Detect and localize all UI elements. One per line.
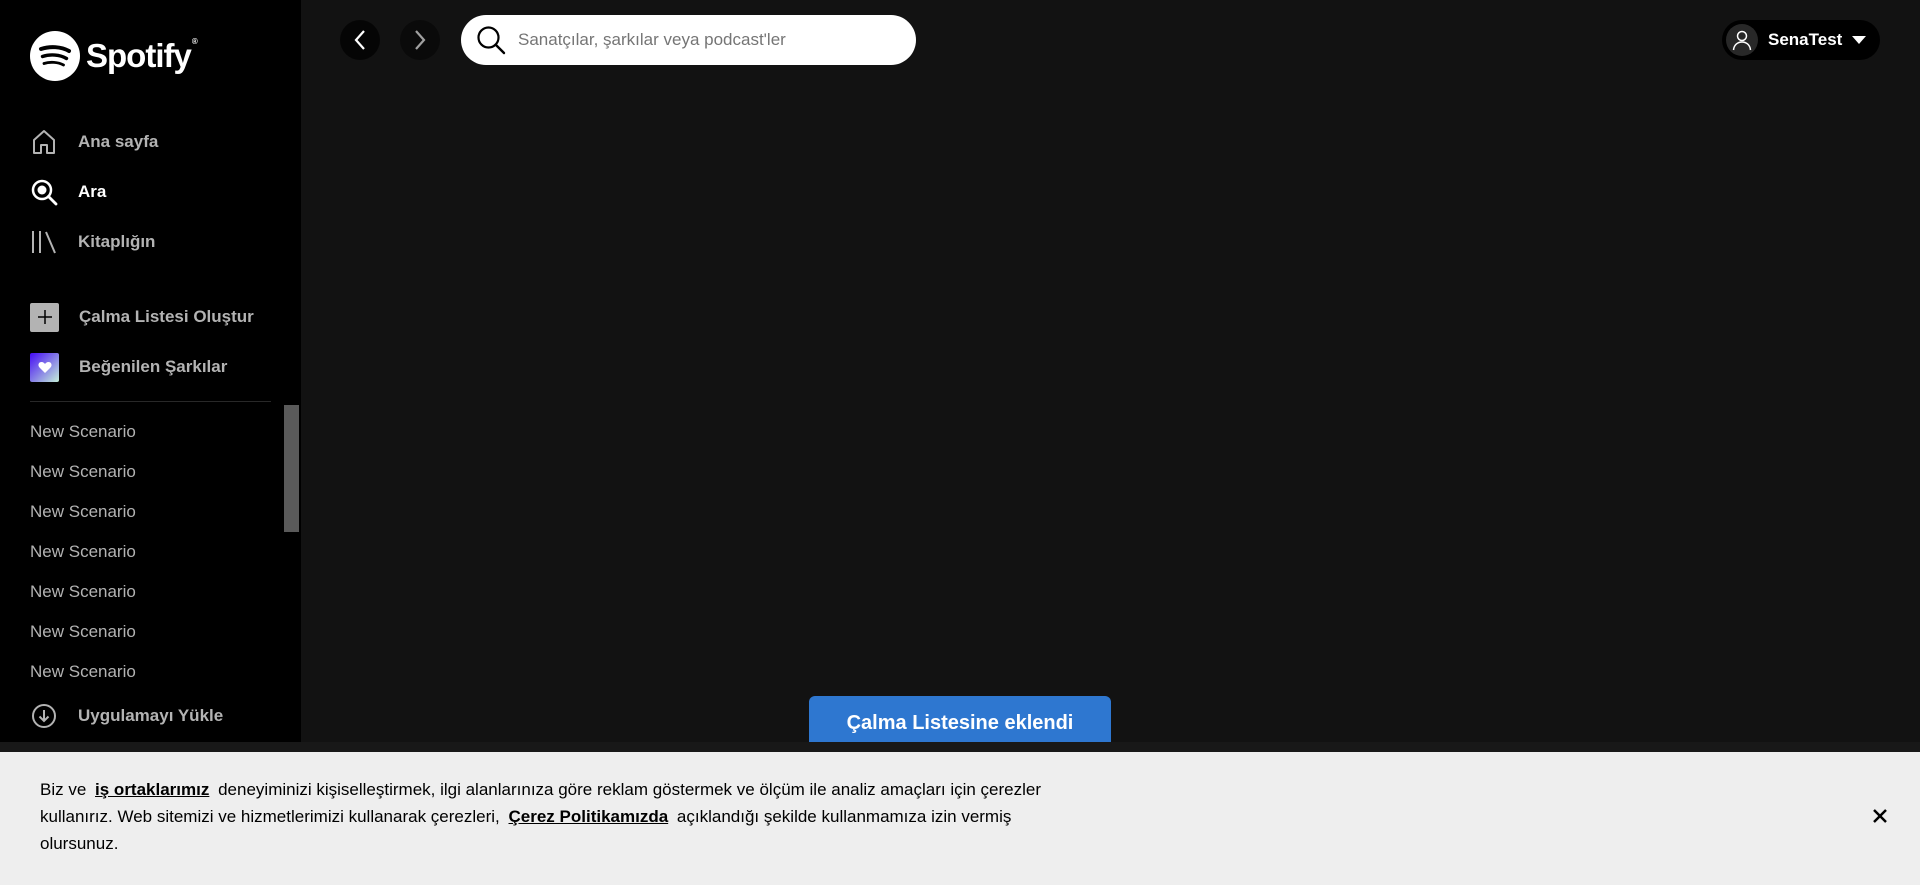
liked-songs-button[interactable]: Beğenilen Şarkılar xyxy=(30,342,280,392)
cookie-banner: Biz ve iş ortaklarımız deneyiminizi kişi… xyxy=(0,752,1920,885)
playlist-list: New Scenario New Scenario New Scenario N… xyxy=(30,412,270,692)
sidebar: Spotify® Ana sayfa Ara Kitaplığın Çalma … xyxy=(0,0,301,742)
playlist-item[interactable]: New Scenario xyxy=(30,572,270,612)
close-icon xyxy=(1873,809,1887,823)
search-icon xyxy=(477,26,506,55)
sidebar-scrollbar[interactable] xyxy=(284,405,299,532)
chevron-right-icon xyxy=(415,30,426,50)
search-input[interactable] xyxy=(518,30,898,50)
cookie-message: Biz ve iş ortaklarımız deneyiminizi kişi… xyxy=(40,776,1070,857)
cookie-text-part: Biz ve xyxy=(40,780,87,799)
plus-icon xyxy=(30,302,59,332)
logo-wordmark: Spotify® xyxy=(86,37,198,74)
nav-item-label: Ara xyxy=(78,182,107,201)
nav-item-search[interactable]: Ara xyxy=(30,167,280,217)
search-bar[interactable] xyxy=(461,15,916,65)
heart-icon xyxy=(30,352,59,382)
install-app-button[interactable]: Uygulamayı Yükle xyxy=(30,700,280,732)
playlist-item[interactable]: New Scenario xyxy=(30,492,270,532)
user-avatar-icon xyxy=(1726,24,1758,56)
playlist-item[interactable]: New Scenario xyxy=(30,652,270,692)
nav-item-label: Ana sayfa xyxy=(78,132,159,151)
chevron-left-icon xyxy=(354,30,365,50)
playlist-item[interactable]: New Scenario xyxy=(30,412,270,452)
nav-item-home[interactable]: Ana sayfa xyxy=(30,117,280,167)
nav-item-label: Kitaplığın xyxy=(78,232,156,251)
main-nav: Ana sayfa Ara Kitaplığın xyxy=(30,117,280,267)
home-icon xyxy=(30,128,58,156)
spotify-logo[interactable]: Spotify® xyxy=(30,31,198,81)
download-icon xyxy=(30,702,58,730)
forward-button[interactable] xyxy=(400,20,440,60)
install-app-label: Uygulamayı Yükle xyxy=(78,706,224,725)
sidebar-divider xyxy=(30,401,271,402)
back-button[interactable] xyxy=(340,20,380,60)
search-icon xyxy=(30,178,58,206)
spotify-app: Spotify® Ana sayfa Ara Kitaplığın Çalma … xyxy=(0,0,1920,885)
create-playlist-label: Çalma Listesi Oluştur xyxy=(79,307,254,326)
playlist-item[interactable]: New Scenario xyxy=(30,612,270,652)
user-menu-button[interactable]: SenaTest xyxy=(1722,20,1880,60)
playlist-item[interactable]: New Scenario xyxy=(30,532,270,572)
user-name: SenaTest xyxy=(1768,30,1843,49)
create-playlist-button[interactable]: Çalma Listesi Oluştur xyxy=(30,292,280,342)
nav-item-library[interactable]: Kitaplığın xyxy=(30,217,280,267)
caret-down-icon xyxy=(1852,36,1867,44)
library-icon xyxy=(30,228,58,256)
liked-songs-label: Beğenilen Şarkılar xyxy=(79,357,228,376)
spotify-logo-icon xyxy=(30,31,80,81)
sidebar-actions: Çalma Listesi Oluştur Beğenilen Şarkılar xyxy=(30,292,280,392)
now-playing-bar-edge xyxy=(0,742,1920,752)
close-cookie-button[interactable] xyxy=(1868,804,1892,828)
partners-link[interactable]: iş ortaklarımız xyxy=(95,780,209,799)
playlist-item[interactable]: New Scenario xyxy=(30,452,270,492)
cookie-policy-link[interactable]: Çerez Politikamızda xyxy=(509,807,669,826)
